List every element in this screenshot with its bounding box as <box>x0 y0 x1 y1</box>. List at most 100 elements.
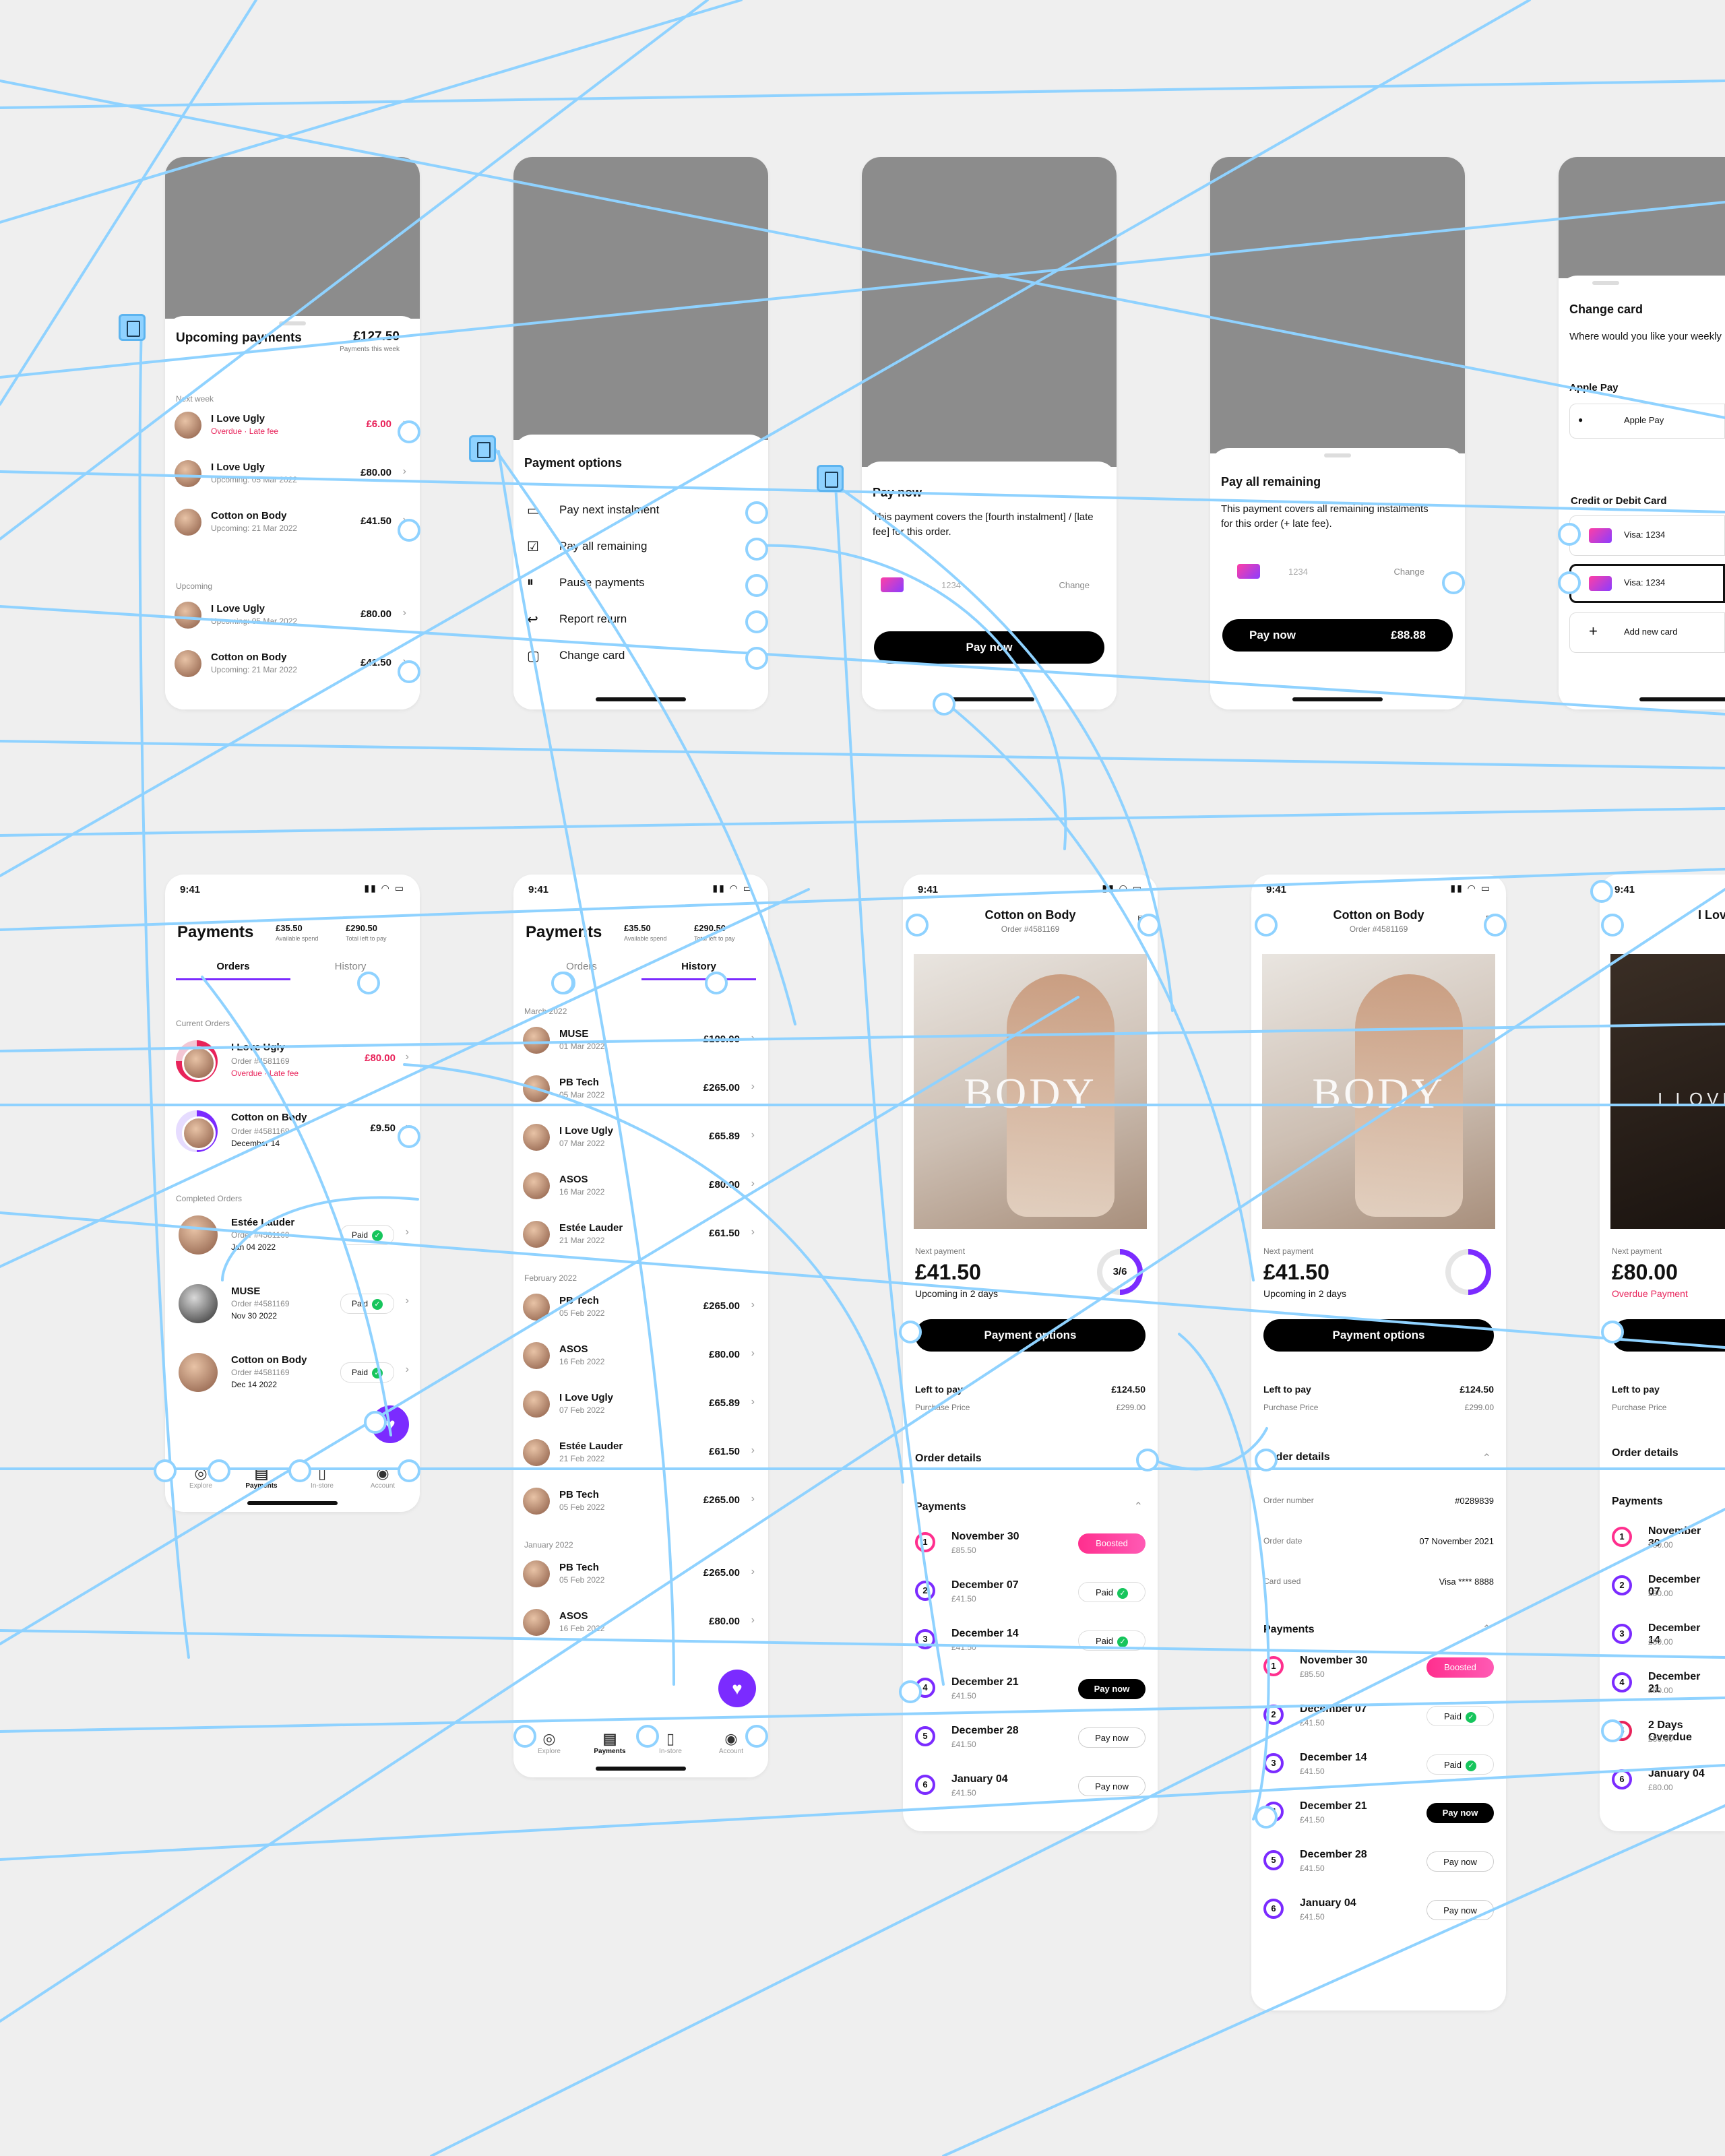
list-item[interactable]: I Love Ugly Overdue · Late fee £6.00 › <box>175 406 410 447</box>
tab-history[interactable]: History <box>293 961 408 972</box>
pay-all-button[interactable]: Pay now £88.88 <box>1222 619 1453 652</box>
pay-now-button[interactable]: Pay now <box>1426 1803 1494 1823</box>
list-item[interactable]: I Love Ugly Upcoming: 05 Mar 2022 £80.00… <box>175 596 410 637</box>
connector-handle[interactable] <box>1442 571 1465 594</box>
flow-start-icon[interactable] <box>469 435 496 462</box>
connector-handle[interactable] <box>1484 914 1507 937</box>
option-change-card[interactable]: ▢ Change card <box>527 639 755 673</box>
tab-orders[interactable]: Orders <box>176 961 290 972</box>
order-row[interactable]: MUSE Order #4581169 Nov 30 2022 Paid ✓ › <box>176 1280 409 1337</box>
connector-handle[interactable] <box>899 1680 922 1703</box>
pay-now-button[interactable]: Pay now <box>1078 1727 1146 1748</box>
connector-handle[interactable] <box>1255 914 1278 937</box>
card-option[interactable]: Visa: 1234 <box>1569 515 1725 556</box>
history-row[interactable]: MUSE 01 Mar 2022 £100.00 › <box>523 1021 759 1062</box>
connector-handle[interactable] <box>1136 1449 1159 1471</box>
tab-history[interactable]: History <box>641 961 756 972</box>
pay-now-button[interactable]: Pay now <box>1078 1776 1146 1796</box>
order-row[interactable]: Cotton on Body Order #4581169 December 1… <box>176 1106 409 1163</box>
connector-handle[interactable] <box>208 1459 230 1482</box>
connector-handle[interactable] <box>551 972 574 994</box>
add-card-option[interactable]: + Add new card <box>1569 612 1725 653</box>
nav-payments[interactable]: ▤ Payments <box>231 1465 292 1490</box>
pay-now-button[interactable]: Pay now <box>1078 1679 1146 1699</box>
option-pay-next[interactable]: ▭ Pay next instalment <box>527 494 755 528</box>
connector-handle[interactable] <box>906 914 929 937</box>
sheet-grabber[interactable] <box>1324 453 1351 457</box>
change-card-link[interactable]: Change <box>1059 580 1090 590</box>
connector-handle[interactable] <box>899 1321 922 1343</box>
flow-start-icon[interactable] <box>119 314 146 341</box>
connector-handle[interactable] <box>933 693 955 716</box>
history-row[interactable]: I Love Ugly 07 Feb 2022 £65.89 › <box>523 1385 759 1426</box>
sheet-grabber[interactable] <box>1592 281 1619 285</box>
history-amount: £265.00 <box>703 1494 740 1506</box>
option-pause[interactable]: ⏸ Pause payments <box>527 567 755 600</box>
connector-handle[interactable] <box>398 660 420 683</box>
nav-payments[interactable]: ▤ Payments <box>579 1730 640 1755</box>
history-row[interactable]: PB Tech 05 Mar 2022 £265.00 › <box>523 1070 759 1110</box>
connector-handle[interactable] <box>513 1725 536 1748</box>
connector-handle[interactable] <box>398 519 420 542</box>
connector-handle[interactable] <box>398 1125 420 1148</box>
order-row[interactable]: I Love Ugly Order #4581169 Overdue · Lat… <box>176 1036 409 1093</box>
card-option-selected[interactable]: Visa: 1234 <box>1569 564 1725 603</box>
pay-now-button[interactable]: Pay now <box>874 631 1104 664</box>
chevron-right-icon: › <box>405 1364 409 1375</box>
order-row[interactable]: Estée Lauder Order #4581169 Jan 04 2022 … <box>176 1211 409 1268</box>
heart-fab-button[interactable]: ♥ <box>718 1670 756 1707</box>
option-pay-all[interactable]: ☑ Pay all remaining <box>527 530 755 564</box>
connector-handle[interactable] <box>154 1459 177 1482</box>
connector-handle[interactable] <box>1255 1449 1278 1471</box>
connector-handle[interactable] <box>705 972 728 994</box>
history-row[interactable]: ASOS 16 Feb 2022 £80.00 › <box>523 1604 759 1644</box>
history-row[interactable]: PB Tech 05 Feb 2022 £265.00 › <box>523 1288 759 1329</box>
change-card-link[interactable]: Change <box>1393 567 1424 577</box>
connector-handle[interactable] <box>1601 914 1624 937</box>
pay-now-button[interactable]: Pay now <box>1426 1900 1494 1920</box>
flow-start-icon[interactable] <box>817 465 844 492</box>
connector-handle[interactable] <box>1601 1321 1624 1343</box>
connector-handle[interactable] <box>745 647 768 670</box>
order-row[interactable]: Cotton on Body Order #4581169 Dec 14 202… <box>176 1349 409 1405</box>
history-row[interactable]: I Love Ugly 07 Mar 2022 £65.89 › <box>523 1118 759 1159</box>
connector-handle[interactable] <box>1590 880 1613 903</box>
list-item[interactable]: Cotton on Body Upcoming: 21 Mar 2022 £41… <box>175 645 410 685</box>
connector-handle[interactable] <box>357 972 380 994</box>
history-row[interactable]: ASOS 16 Mar 2022 £80.00 › <box>523 1167 759 1207</box>
connector-handle[interactable] <box>398 1459 420 1482</box>
history-row[interactable]: Estée Lauder 21 Feb 2022 £61.50 › <box>523 1434 759 1474</box>
apple-pay-option[interactable]: ● Apple Pay <box>1569 404 1725 439</box>
connector-handle[interactable] <box>1137 914 1160 937</box>
connector-handle[interactable] <box>398 420 420 443</box>
list-item[interactable]: I Love Ugly Upcoming: 05 Mar 2022 £80.00… <box>175 455 410 495</box>
connector-handle[interactable] <box>745 501 768 524</box>
history-row[interactable]: PB Tech 05 Feb 2022 £265.00 › <box>523 1555 759 1595</box>
connector-handle[interactable] <box>288 1459 311 1482</box>
history-row[interactable]: ASOS 16 Feb 2022 £80.00 › <box>523 1337 759 1377</box>
connector-handle[interactable] <box>745 574 768 597</box>
status-time: 9:41 <box>528 884 549 895</box>
tab-orders[interactable]: Orders <box>524 961 639 972</box>
connector-handle[interactable] <box>1558 523 1581 546</box>
connector-handle[interactable] <box>1255 1806 1278 1829</box>
connector-handle[interactable] <box>745 538 768 561</box>
order-details-toggle[interactable]: Order details <box>1612 1447 1679 1459</box>
history-row[interactable]: Estée Lauder 21 Mar 2022 £61.50 › <box>523 1215 759 1256</box>
connector-handle[interactable] <box>745 610 768 633</box>
order-details-toggle[interactable]: Order details <box>915 1453 982 1465</box>
history-row[interactable]: PB Tech 05 Feb 2022 £265.00 › <box>523 1482 759 1523</box>
payment-options-button[interactable] <box>1612 1319 1725 1352</box>
connector-handle[interactable] <box>636 1725 659 1748</box>
sheet-grabber[interactable] <box>279 321 306 325</box>
payment-options-button[interactable]: Payment options <box>1263 1319 1494 1352</box>
option-report-return[interactable]: ↩ Report return <box>527 603 755 637</box>
chevron-right-icon: › <box>751 1445 755 1456</box>
payment-options-button[interactable]: Payment options <box>915 1319 1146 1352</box>
pay-now-button[interactable]: Pay now <box>1426 1851 1494 1872</box>
list-item[interactable]: Cotton on Body Upcoming: 21 Mar 2022 £41… <box>175 503 410 544</box>
connector-handle[interactable] <box>745 1725 768 1748</box>
connector-handle[interactable] <box>1601 1719 1624 1742</box>
connector-handle[interactable] <box>364 1411 387 1434</box>
connector-handle[interactable] <box>1558 571 1581 594</box>
